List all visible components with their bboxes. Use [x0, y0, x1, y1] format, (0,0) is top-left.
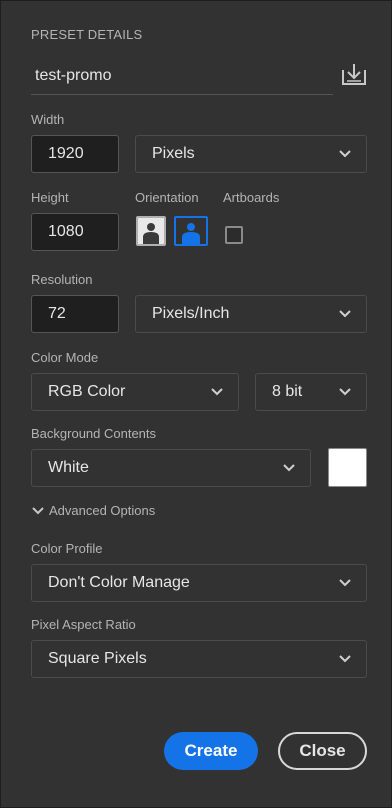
pixel-aspect-ratio-value: Square Pixels — [48, 650, 147, 667]
color-mode-label: Color Mode — [31, 350, 99, 365]
resolution-value: 72 — [48, 305, 66, 322]
close-button[interactable]: Close — [278, 732, 367, 770]
chevron-down-icon — [32, 506, 44, 514]
bit-depth-select[interactable]: 8 bit — [255, 373, 367, 411]
save-preset-icon[interactable] — [340, 61, 368, 87]
resolution-label: Resolution — [31, 272, 93, 287]
color-profile-label: Color Profile — [31, 541, 103, 556]
orientation-label: Orientation — [135, 190, 199, 205]
bit-depth-value: 8 bit — [272, 383, 303, 400]
color-mode-select[interactable]: RGB Color — [31, 373, 239, 411]
advanced-options-label: Advanced Options — [49, 503, 156, 518]
height-input[interactable]: 1080 — [31, 213, 119, 251]
resolution-unit-select[interactable]: Pixels/Inch — [135, 295, 367, 333]
background-contents-value: White — [48, 459, 89, 476]
pixel-aspect-ratio-label: Pixel Aspect Ratio — [31, 617, 136, 632]
pixel-aspect-ratio-select[interactable]: Square Pixels — [31, 640, 367, 678]
color-mode-value: RGB Color — [48, 383, 126, 400]
advanced-options-toggle[interactable]: Advanced Options — [31, 503, 155, 518]
chevron-down-icon — [283, 464, 295, 472]
height-label: Height — [31, 190, 69, 205]
background-contents-select[interactable]: White — [31, 449, 311, 487]
chevron-down-icon — [339, 310, 351, 318]
resolution-unit-value: Pixels/Inch — [152, 305, 230, 322]
preset-details-title: PRESET DETAILS — [31, 27, 143, 42]
portrait-icon[interactable] — [136, 216, 166, 246]
chevron-down-icon — [339, 655, 351, 663]
document-name-input[interactable]: test-promo — [31, 57, 333, 95]
chevron-down-icon — [211, 388, 223, 396]
height-value: 1080 — [48, 223, 84, 240]
width-input[interactable]: 1920 — [31, 135, 119, 173]
document-name-value: test-promo — [35, 66, 112, 84]
chevron-down-icon — [339, 579, 351, 587]
create-button[interactable]: Create — [164, 732, 258, 770]
artboards-label: Artboards — [223, 190, 280, 205]
background-contents-label: Background Contents — [31, 426, 157, 441]
color-profile-select[interactable]: Don't Color Manage — [31, 564, 367, 602]
resolution-input[interactable]: 72 — [31, 295, 119, 333]
width-unit-value: Pixels — [152, 145, 195, 162]
new-document-preset-panel: PRESET DETAILS test-promo Width 1920 Pix… — [0, 0, 392, 808]
landscape-icon[interactable] — [174, 216, 208, 246]
color-profile-value: Don't Color Manage — [48, 574, 190, 591]
width-unit-select[interactable]: Pixels — [135, 135, 367, 173]
width-value: 1920 — [48, 145, 84, 162]
width-label: Width — [31, 112, 65, 127]
artboards-checkbox[interactable] — [225, 226, 243, 244]
chevron-down-icon — [339, 388, 351, 396]
background-color-swatch[interactable] — [328, 448, 367, 487]
chevron-down-icon — [339, 150, 351, 158]
